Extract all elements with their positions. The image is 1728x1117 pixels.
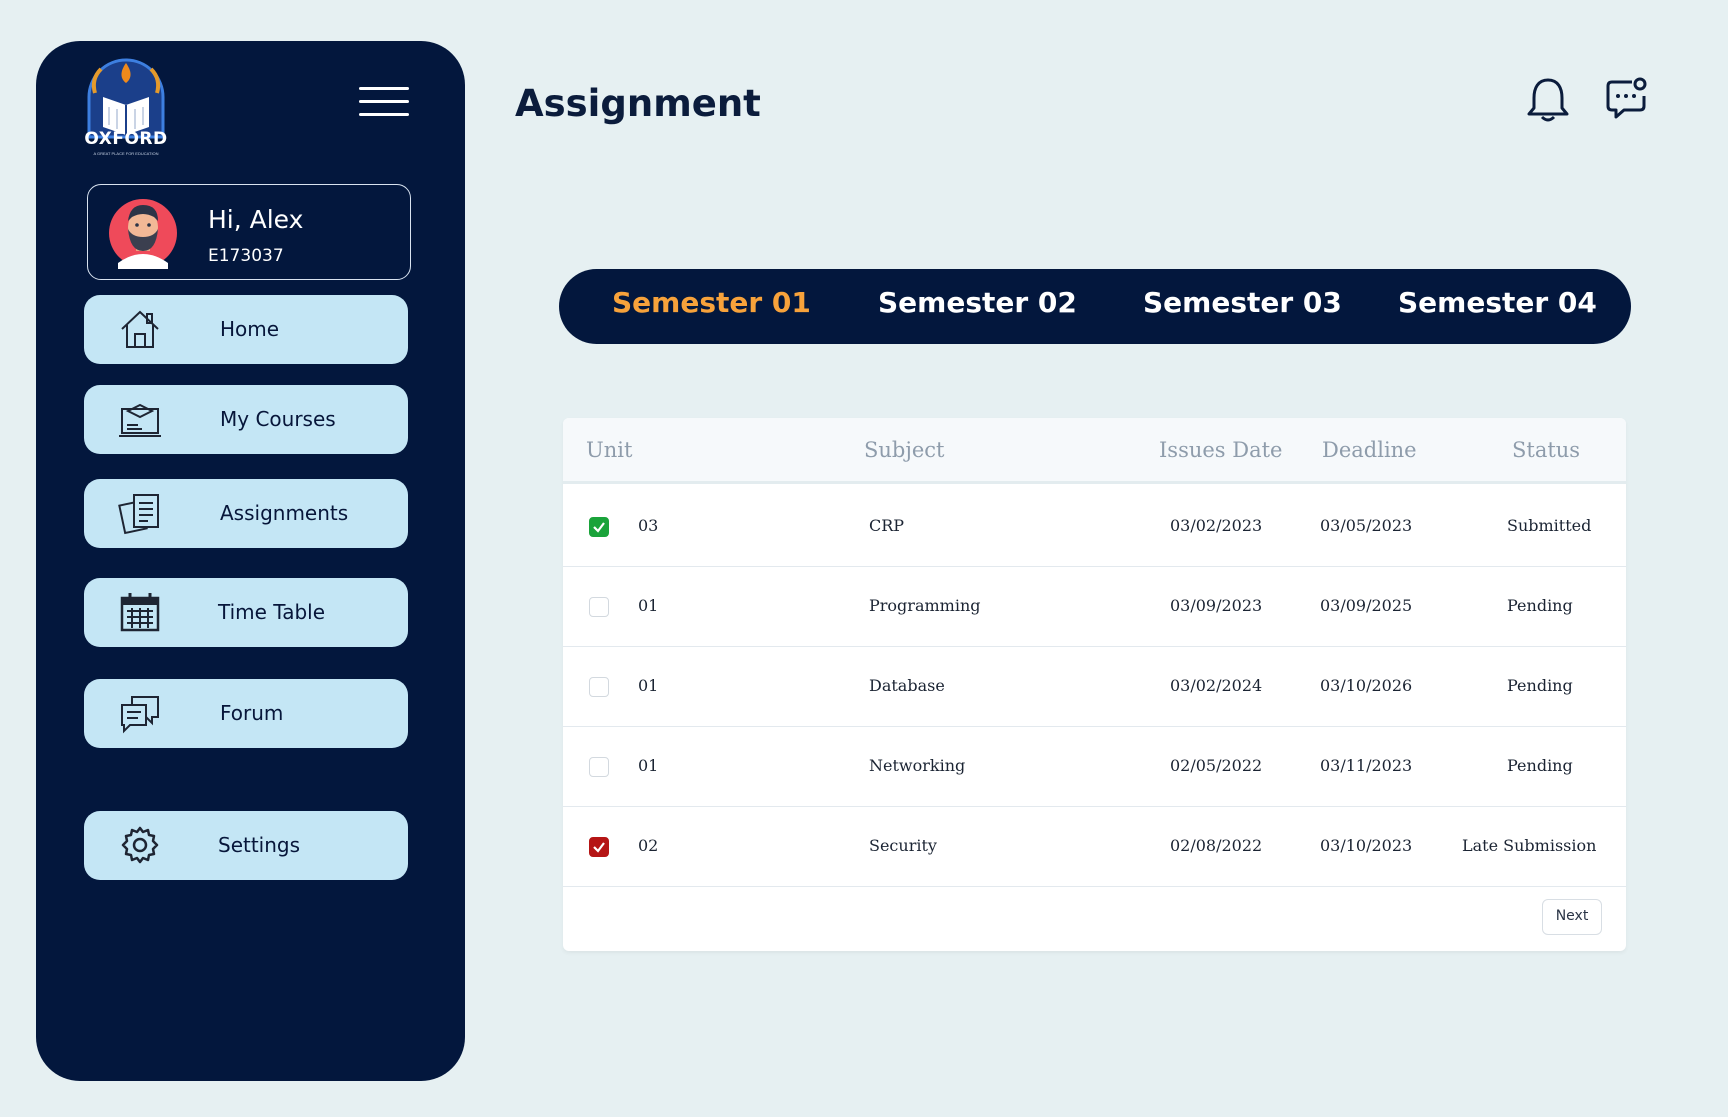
nav-label-my-courses: My Courses [220, 407, 336, 431]
cell-unit: 01 [638, 596, 659, 615]
cell-status: Late Submission [1462, 836, 1597, 855]
cell-status: Pending [1507, 676, 1573, 695]
logo-tagline: A GREAT PLACE FOR EDUCATION [93, 151, 159, 156]
column-header-subject: Subject [864, 438, 945, 462]
cell-deadline: 03/10/2023 [1320, 836, 1413, 855]
table-row: 01 Database 03/02/2024 03/10/2026 Pendin… [563, 647, 1626, 727]
cell-status: Pending [1507, 756, 1573, 775]
column-header-deadline: Deadline [1322, 438, 1417, 462]
calendar-icon [120, 593, 160, 632]
nav-label-forum: Forum [220, 701, 284, 725]
cell-issue-date: 02/05/2022 [1170, 756, 1263, 775]
page-title: Assignment [515, 82, 761, 125]
cell-unit: 01 [638, 756, 659, 775]
column-header-unit: Unit [586, 438, 633, 462]
row-checkbox[interactable] [589, 837, 609, 857]
nav-label-assignments: Assignments [220, 501, 349, 525]
table-row: 03 CRP 03/02/2023 03/05/2023 Submitted [563, 487, 1626, 567]
nav-forum[interactable]: Forum [84, 679, 408, 748]
cell-subject: Database [869, 676, 945, 695]
cell-issue-date: 03/02/2023 [1170, 516, 1263, 535]
nav-my-courses[interactable]: My Courses [84, 385, 408, 454]
column-header-status: Status [1512, 438, 1581, 462]
assignments-table: Unit Subject Issues Date Deadline Status… [563, 418, 1626, 951]
oxford-logo[interactable]: OXFORD A GREAT PLACE FOR EDUCATION [81, 57, 171, 157]
cell-status: Submitted [1507, 516, 1592, 535]
row-checkbox[interactable] [589, 597, 609, 617]
profile-greeting: Hi, Alex [208, 205, 304, 234]
cell-unit: 02 [638, 836, 659, 855]
courses-icon [119, 403, 161, 437]
cell-issue-date: 02/08/2022 [1170, 836, 1263, 855]
profile-card[interactable]: Hi, Alex E173037 [87, 184, 411, 280]
forum-icon [121, 696, 159, 734]
cell-issue-date: 03/02/2024 [1170, 676, 1263, 695]
hamburger-menu-icon[interactable] [359, 87, 409, 119]
nav-time-table[interactable]: Time Table [84, 578, 408, 647]
cell-unit: 03 [638, 516, 659, 535]
table-header: Unit Subject Issues Date Deadline Status [563, 418, 1626, 484]
check-icon [593, 842, 605, 853]
assignments-icon [118, 494, 159, 535]
nav-settings[interactable]: Settings [84, 811, 408, 880]
cell-deadline: 03/11/2023 [1320, 756, 1413, 775]
nav-home[interactable]: Home [84, 295, 408, 364]
table-row: 01 Networking 02/05/2022 03/11/2023 Pend… [563, 727, 1626, 807]
next-button[interactable]: Next [1542, 899, 1602, 935]
table-row: 02 Security 02/08/2022 03/10/2023 Late S… [563, 807, 1626, 887]
bell-icon[interactable] [1526, 76, 1570, 122]
row-checkbox[interactable] [589, 677, 609, 697]
cell-subject: Security [869, 836, 937, 855]
nav-assignments[interactable]: Assignments [84, 479, 408, 548]
check-icon [593, 522, 605, 533]
logo-text: OXFORD [84, 129, 168, 149]
cell-deadline: 03/05/2023 [1320, 516, 1413, 535]
tab-semester-01[interactable]: Semester 01 [612, 269, 811, 344]
semester-tabs: Semester 01 Semester 02 Semester 03 Seme… [559, 269, 1631, 344]
cell-subject: Networking [869, 756, 966, 775]
table-row: 01 Programming 03/09/2023 03/09/2025 Pen… [563, 567, 1626, 647]
chat-icon[interactable] [1604, 76, 1648, 122]
cell-status: Pending [1507, 596, 1573, 615]
profile-id: E173037 [208, 246, 284, 266]
tab-semester-02[interactable]: Semester 02 [878, 269, 1077, 344]
avatar [108, 195, 178, 269]
cell-subject: CRP [869, 516, 905, 535]
column-header-issues-date: Issues Date [1159, 438, 1283, 462]
nav-label-settings: Settings [218, 833, 301, 857]
tab-semester-04[interactable]: Semester 04 [1398, 269, 1597, 344]
home-icon [121, 310, 159, 348]
nav-label-time-table: Time Table [218, 600, 326, 624]
cell-deadline: 03/09/2025 [1320, 596, 1413, 615]
cell-unit: 01 [638, 676, 659, 695]
cell-issue-date: 03/09/2023 [1170, 596, 1263, 615]
cell-subject: Programming [869, 596, 981, 615]
row-checkbox[interactable] [589, 517, 609, 537]
cell-deadline: 03/10/2026 [1320, 676, 1413, 695]
tab-semester-03[interactable]: Semester 03 [1143, 269, 1342, 344]
nav-label-home: Home [220, 317, 280, 341]
gear-icon [121, 826, 159, 864]
sidebar: OXFORD A GREAT PLACE FOR EDUCATION Hi, A… [36, 41, 465, 1081]
row-checkbox[interactable] [589, 757, 609, 777]
